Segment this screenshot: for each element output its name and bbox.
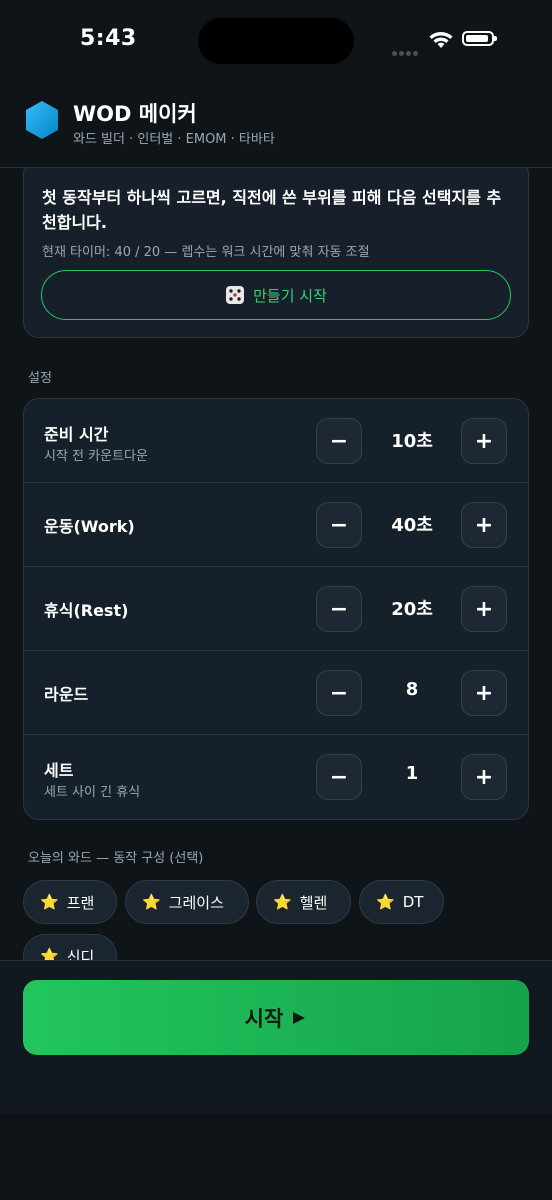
setting-sublabel: 세트 사이 긴 휴식 [44,785,141,800]
start-build-button[interactable]: 만들기 시작 [41,270,511,320]
increment-button[interactable]: + [461,418,507,464]
settings-section-label: 설정 [28,371,52,386]
wifi-icon [429,32,453,48]
wod-chip-cindy[interactable]: ⭐ 신디 [23,934,117,960]
bottom-action-bar: 시작 [0,960,552,1114]
setting-value: 8 [405,679,419,700]
setting-label: 세트 [44,761,74,780]
star-icon: ⭐ [40,947,59,960]
battery-icon [462,31,497,46]
wod-chip-grace[interactable]: ⭐ 그레이스 [125,880,249,924]
chip-label: DT [402,893,424,911]
wod-section-label: 오늘의 와드 — 동작 구성 (선택) [28,851,204,866]
setting-label: 운동(Work) [44,517,135,536]
wod-chip-dt[interactable]: ⭐ DT [359,880,444,924]
star-icon: ⭐ [142,893,161,911]
setting-label: 휴식(Rest) [44,601,129,620]
setting-row-prep: 준비 시간 시작 전 카운트다운 − 10초 + [24,399,528,483]
builder-card: 첫 동작부터 하나씩 고르면, 직전에 쓴 부위를 피해 다음 선택지를 추천합… [23,168,529,338]
decrement-button[interactable]: − [316,670,362,716]
increment-button[interactable]: + [461,670,507,716]
increment-button[interactable]: + [461,502,507,548]
status-time: 5:43 [80,26,137,51]
decrement-button[interactable]: − [316,418,362,464]
hexagon-logo-icon [26,101,58,139]
setting-row-rest: 휴식(Rest) − 20초 + [24,567,528,651]
setting-row-rounds: 라운드 − 8 + [24,651,528,735]
setting-row-work: 운동(Work) − 40초 + [24,483,528,567]
wod-chip-helen[interactable]: ⭐ 헬렌 [256,880,351,924]
app-subtitle: 와드 빌더 · 인터벌 · EMOM · 타바타 [73,132,275,147]
builder-description: 첫 동작부터 하나씩 고르면, 직전에 쓴 부위를 피해 다음 선택지를 추천합… [42,188,502,232]
start-workout-label: 시작 [244,1006,284,1031]
app-title: WOD 메이커 [73,102,197,126]
app-header: WOD 메이커 와드 빌더 · 인터벌 · EMOM · 타바타 [0,82,552,168]
star-icon: ⭐ [40,893,59,911]
increment-button[interactable]: + [461,586,507,632]
settings-card: 준비 시간 시작 전 카운트다운 − 10초 + 운동(Work) − 40초 … [23,398,529,820]
timer-note: 현재 타이머: 40 / 20 — 렙수는 워크 시간에 맞춰 자동 조절 [42,245,370,260]
decrement-button[interactable]: − [316,502,362,548]
wod-chip-fran[interactable]: ⭐ 프랜 [23,880,117,924]
chip-label: 프랜 [66,893,95,912]
setting-value: 40초 [391,515,433,536]
status-bar: 5:43 [0,0,552,82]
scroll-content[interactable]: 첫 동작부터 하나씩 고르면, 직전에 쓴 부위를 피해 다음 선택지를 추천합… [0,168,552,960]
star-icon: ⭐ [376,893,395,911]
dynamic-island [198,18,354,64]
setting-value: 1 [405,763,419,784]
chip-label: 그레이스 [168,893,224,912]
start-workout-button[interactable]: 시작 [23,980,529,1055]
chip-label: 신디 [66,947,95,961]
setting-value: 10초 [391,431,433,452]
play-icon [293,1011,306,1024]
chip-label: 헬렌 [299,893,328,912]
star-icon: ⭐ [273,893,292,911]
setting-value: 20초 [391,599,433,620]
setting-row-sets: 세트 세트 사이 긴 휴식 − 1 + [24,735,528,819]
cellular-signal-icon [392,41,420,60]
decrement-button[interactable]: − [316,586,362,632]
setting-label: 준비 시간 [44,425,109,444]
decrement-button[interactable]: − [316,754,362,800]
dice-icon [226,286,245,304]
setting-label: 라운드 [44,685,89,704]
start-build-label: 만들기 시작 [253,286,327,305]
increment-button[interactable]: + [461,754,507,800]
home-indicator-area [0,1114,552,1200]
setting-sublabel: 시작 전 카운트다운 [44,449,148,464]
